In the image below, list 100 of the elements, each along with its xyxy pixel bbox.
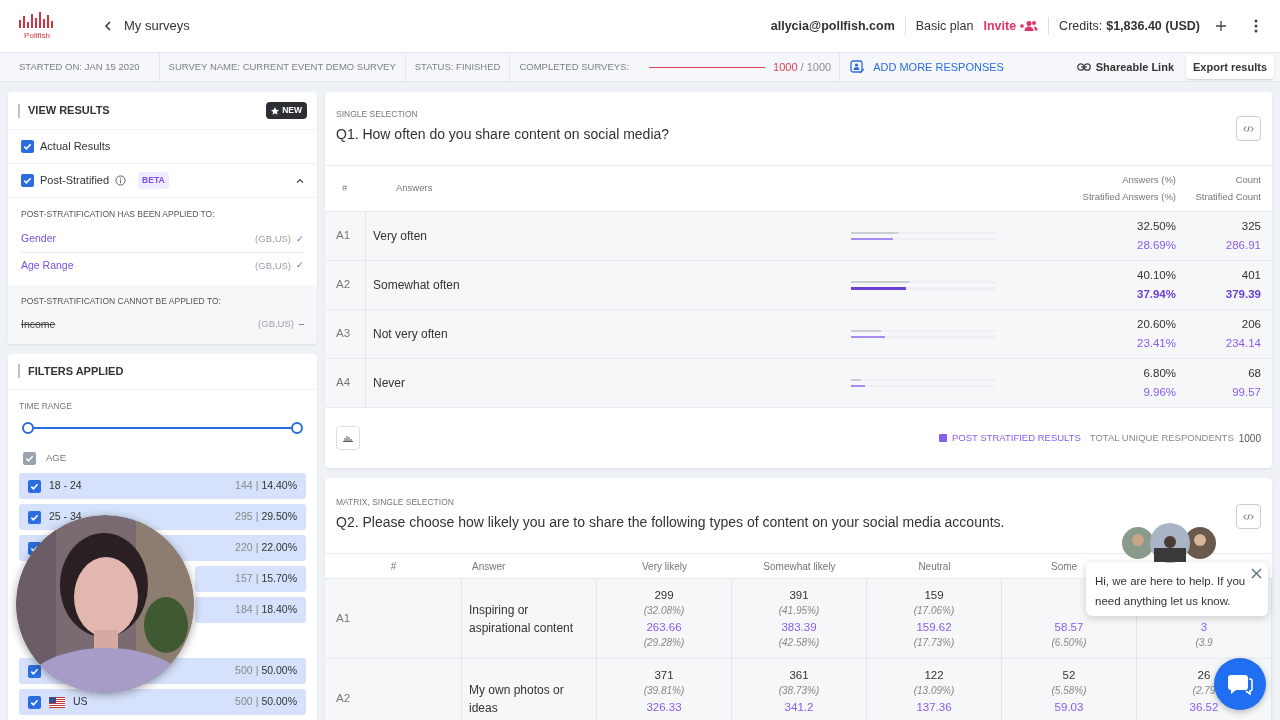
stratified-percent: (3.9: [1195, 636, 1213, 650]
back-link[interactable]: My surveys: [104, 16, 190, 36]
answer-count: 299: [654, 588, 674, 603]
filter-percent: 50.00%: [261, 663, 297, 679]
more-button[interactable]: [1252, 18, 1260, 34]
stratified-count: 137.36: [916, 700, 952, 715]
column-header: Answers: [395, 181, 434, 196]
started-on: STARTED ON: JAN 15 2020: [0, 53, 160, 81]
checkbox[interactable]: [28, 695, 41, 709]
check-mark: ✓: [296, 232, 304, 246]
stratified-percent: 37.94%: [1137, 287, 1176, 302]
answer-count: 206: [1241, 316, 1261, 332]
chat-message: Hi, we are here to help. If you need anything let us know.: [1095, 574, 1247, 609]
filter-count: 157: [235, 571, 253, 587]
plus-icon: [1216, 21, 1226, 31]
filter-count: 500: [235, 694, 253, 710]
completed-count: 1000: [773, 59, 798, 75]
stratified-count: 3: [1200, 620, 1208, 635]
filter-row[interactable]: US 500 | 50.00%: [19, 689, 306, 716]
attribute-link[interactable]: Age Range: [21, 257, 256, 274]
new-badge: NEW: [266, 102, 307, 119]
answer-id: A1: [325, 579, 462, 658]
separator: |: [255, 571, 259, 587]
answer-count: 68: [1248, 365, 1261, 381]
separator: |: [255, 509, 259, 525]
stratified-count: 159.62: [916, 620, 952, 635]
answer-percent: 20.60%: [1137, 316, 1176, 332]
answer-count: 52: [1062, 668, 1076, 683]
close-icon[interactable]: [1251, 568, 1262, 579]
column-header: Count: [1235, 172, 1261, 187]
collapse-icon[interactable]: [296, 178, 304, 183]
answer-id: A2: [325, 261, 366, 309]
stratified-percent: (42.58%): [778, 636, 820, 650]
checkbox[interactable]: [28, 664, 41, 678]
survey-name: SURVEY NAME: CURRENT EVENT DEMO SURVEY: [159, 53, 406, 81]
dash-mark: –: [299, 317, 304, 331]
answer-id: A3: [325, 310, 366, 358]
stratified-count: 383.39: [781, 620, 817, 635]
filter-row[interactable]: 18 - 24 144 | 14.40%: [19, 473, 306, 500]
filter-count: 144: [235, 478, 253, 494]
range-end-handle[interactable]: [291, 422, 303, 435]
checkbox[interactable]: [21, 140, 34, 153]
answer-count: 325: [1241, 218, 1261, 234]
answer-percent: (32.08%): [643, 604, 685, 618]
filter-row[interactable]: 157 | 15.70%: [195, 566, 306, 593]
column-header: Some: [1050, 559, 1079, 574]
separator: |: [255, 663, 259, 679]
column-header: Answer: [471, 559, 507, 574]
shareable-link[interactable]: Shareable Link: [1076, 58, 1175, 76]
filter-row[interactable]: 184 | 18.40%: [195, 597, 306, 624]
question-title: Q1. How often do you share content on social media?: [336, 124, 671, 144]
checkbox[interactable]: [28, 510, 41, 524]
stratified-percent: 23.41%: [1137, 336, 1176, 351]
filter-label: 18 - 24: [49, 478, 82, 494]
stratified-percent: (6.50%): [1051, 636, 1087, 650]
answer-percent: (17.06%): [913, 604, 955, 618]
answer-label: Not very often: [372, 326, 449, 343]
check-mark: ✓: [296, 259, 304, 272]
filter-label: 25 - 34: [49, 509, 82, 525]
stratified-count: 341.2: [784, 700, 814, 715]
answer-percent: (13.09%): [913, 684, 955, 698]
column-header: #: [341, 181, 349, 196]
add-responses-link[interactable]: ADD MORE RESPONSES: [850, 58, 1004, 76]
completed-label: COMPLETED SURVEYS:: [518, 59, 630, 74]
stratified-percent: (29.28%): [643, 636, 685, 650]
region-code: (GB,US): [255, 258, 291, 273]
beta-tag: BETA: [138, 172, 169, 189]
stratified-percent: 28.69%: [1137, 238, 1176, 253]
answer-count: 26: [1197, 668, 1211, 683]
filter-count: 184: [235, 602, 253, 618]
separator: |: [255, 478, 259, 494]
stratified-count: 36.52: [1189, 700, 1219, 715]
legend-label: POST STRATIFIED RESULTS: [952, 430, 1081, 445]
stratified-count: 326.33: [646, 700, 682, 715]
answer-count: 391: [789, 588, 809, 603]
answer-count: 361: [789, 668, 809, 683]
stratified-count: 58.57: [1054, 620, 1084, 635]
checkbox[interactable]: [23, 451, 36, 465]
stratified-count: 59.03: [1054, 700, 1084, 715]
respondents-count: 1000: [1238, 431, 1261, 446]
export-button[interactable]: Export results: [1186, 55, 1274, 79]
checkbox[interactable]: [21, 174, 34, 187]
answer-percent: 40.10%: [1137, 267, 1176, 283]
checkmark-icon: [30, 697, 39, 707]
stratified-percent: 9.96%: [1143, 385, 1176, 400]
attribute-link[interactable]: Gender: [21, 231, 256, 248]
checkmark-icon: [30, 481, 39, 491]
info-icon: [115, 175, 127, 186]
add-person-icon: [850, 60, 866, 74]
filter-percent: 29.50%: [261, 509, 297, 525]
stratified-count: 234.14: [1225, 336, 1261, 351]
answer-label: Somewhat often: [372, 277, 461, 294]
invite-button[interactable]: Invite: [983, 16, 1039, 36]
checkbox[interactable]: [28, 479, 41, 493]
filter-percent: 50.00%: [261, 694, 297, 710]
range-start-handle[interactable]: [22, 422, 34, 435]
region-code: (GB,US): [258, 317, 294, 332]
column-header: Neutral: [917, 559, 952, 574]
answer-percent: (41.95%): [778, 604, 820, 618]
code-icon: [1243, 513, 1254, 520]
